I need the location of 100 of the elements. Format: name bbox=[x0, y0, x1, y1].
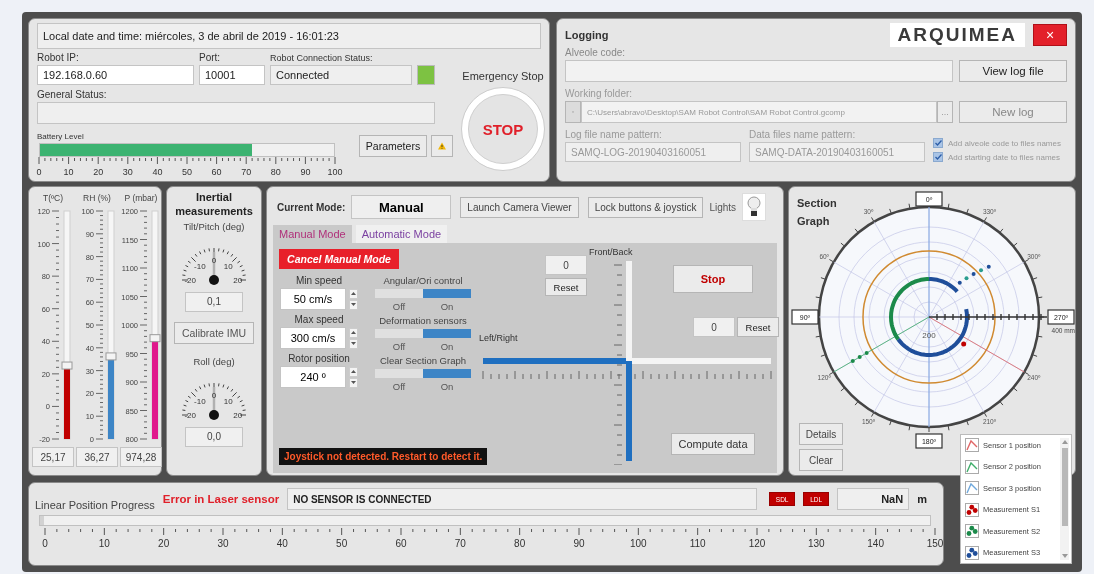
distance-field: NaN bbox=[837, 488, 910, 510]
stop-button[interactable]: Stop bbox=[673, 265, 753, 293]
working-folder-field: C:\Users\abravo\Desktop\SAM Robot Control\SAM Robot Control.gcomp bbox=[581, 101, 937, 123]
toolbar-button[interactable]: Lock buttons & joystick bbox=[587, 196, 704, 218]
gauge-thumb[interactable] bbox=[149, 334, 161, 343]
toggle-option: On bbox=[423, 301, 471, 312]
scale-label: 70 bbox=[454, 538, 466, 549]
dial-label: -20 bbox=[184, 410, 196, 420]
slider-label: Front/Back bbox=[589, 247, 633, 257]
down-triangle-icon bbox=[351, 342, 356, 345]
status-field: Connected bbox=[270, 65, 412, 85]
spinner-field[interactable]: 240 º bbox=[280, 366, 346, 388]
spin-down-button[interactable] bbox=[349, 338, 358, 349]
spinner-field[interactable]: 50 cm/s bbox=[280, 288, 346, 310]
front-back-slider[interactable] bbox=[626, 261, 632, 461]
scale-label: 150 bbox=[926, 538, 944, 549]
reset-button[interactable]: Reset bbox=[737, 317, 779, 337]
alveole-code-field[interactable] bbox=[565, 60, 953, 82]
toggle-switch[interactable] bbox=[375, 329, 471, 338]
scale-label: 80 bbox=[270, 167, 281, 177]
scrollbar[interactable] bbox=[1060, 438, 1069, 560]
scale-label: 0 bbox=[36, 167, 42, 177]
toolbar-button[interactable]: Launch Camera Viewer bbox=[460, 196, 579, 218]
dial-title: Tilt/Pitch (deg) bbox=[183, 220, 245, 232]
spin-up-button[interactable] bbox=[349, 288, 358, 299]
up-triangle-icon bbox=[351, 292, 356, 295]
scale-label: 90 bbox=[573, 538, 585, 549]
port-field[interactable]: 10001 bbox=[199, 65, 265, 85]
calibrate-button[interactable]: Calibrate IMU bbox=[174, 321, 254, 344]
left-right-slider[interactable] bbox=[483, 358, 771, 364]
scale-label: 120 bbox=[748, 538, 766, 549]
sensor-label: T(ºC) bbox=[42, 193, 64, 203]
field-label: General Status: bbox=[37, 89, 108, 100]
sensor-value: 974,28 bbox=[120, 447, 162, 467]
points-series-icon bbox=[965, 524, 979, 539]
details-button[interactable]: Details bbox=[799, 423, 843, 445]
scale-label: 110 bbox=[689, 538, 706, 549]
spin-up-button[interactable] bbox=[349, 366, 358, 377]
battery-label: Battery Level bbox=[37, 132, 85, 141]
stop-button[interactable]: STOP bbox=[468, 94, 538, 164]
scale-label: 20 bbox=[93, 167, 104, 177]
spin-down-button[interactable] bbox=[349, 299, 358, 310]
spin-up-button[interactable] bbox=[349, 327, 358, 338]
checkbox-label: Add starting date to files names bbox=[948, 152, 1061, 162]
toggle-switch[interactable] bbox=[375, 369, 471, 378]
scale-label: 80 bbox=[514, 538, 526, 549]
radius-label: 200 bbox=[922, 331, 936, 340]
mode-label: Current Mode: bbox=[277, 201, 346, 213]
data-pattern-field: SAMQ-DATA-20190403160051 bbox=[749, 142, 925, 162]
reset-button[interactable]: Reset bbox=[545, 278, 587, 296]
spinner-label: Rotor position bbox=[288, 353, 350, 364]
scale-label: 90 bbox=[300, 167, 311, 177]
checkbox[interactable] bbox=[933, 138, 943, 148]
dial-label: 20 bbox=[233, 275, 243, 285]
field-label: Working folder: bbox=[565, 88, 634, 99]
spinner-label: Max speed bbox=[294, 314, 344, 325]
error-text: Error in Laser sensor bbox=[162, 493, 280, 505]
toggle-option: On bbox=[423, 341, 471, 352]
dial-title: Roll (deg) bbox=[193, 355, 235, 367]
field-label: Alveole code: bbox=[565, 47, 627, 58]
clear-button[interactable]: Clear bbox=[799, 449, 843, 471]
dial-value: 0,1 bbox=[185, 291, 243, 312]
close-button[interactable]: × bbox=[1033, 24, 1067, 46]
toggle-switch[interactable] bbox=[375, 289, 471, 298]
tab[interactable]: Automatic Mode bbox=[355, 225, 448, 243]
checkbox[interactable] bbox=[933, 152, 943, 162]
dial-drawing bbox=[181, 382, 247, 420]
gauge-thumb[interactable] bbox=[105, 352, 117, 361]
scale-label: 60 bbox=[211, 167, 222, 177]
spinner-field[interactable]: 300 cm/s bbox=[280, 327, 346, 349]
scale-label: 70 bbox=[241, 167, 252, 177]
sensor-value: 25,17 bbox=[32, 447, 74, 467]
toggle-label: Clear Section Graph bbox=[379, 355, 467, 366]
scale-label: 50 bbox=[336, 538, 348, 549]
parameters-button[interactable]: Parameters bbox=[359, 135, 427, 157]
down-triangle-icon bbox=[351, 303, 356, 306]
compute-button[interactable]: Compute data bbox=[671, 433, 755, 455]
points-series-icon bbox=[965, 545, 979, 560]
scroll-up-icon[interactable] bbox=[1061, 440, 1068, 444]
field-label: Robot IP: bbox=[37, 52, 80, 63]
dial-value: 0,0 bbox=[185, 426, 243, 447]
scale-label: 130 bbox=[808, 538, 825, 549]
unit-label: m bbox=[917, 493, 927, 505]
scale-label: 100 bbox=[630, 538, 647, 549]
toggle-option: Off bbox=[375, 301, 423, 312]
ip-field[interactable]: 192.168.0.60 bbox=[37, 65, 194, 85]
panel-title: Section Graph bbox=[797, 197, 837, 227]
checkbox-label: Add alveole code to files names bbox=[948, 138, 1061, 148]
panel-title: Inertial measurements bbox=[174, 191, 254, 219]
panel-title: Logging bbox=[565, 29, 610, 41]
tab[interactable]: Manual Mode bbox=[273, 225, 352, 243]
scroll-down-icon[interactable] bbox=[1061, 554, 1068, 558]
warning-icon bbox=[438, 140, 446, 152]
lights-button[interactable] bbox=[742, 193, 767, 221]
dial-label: -10 bbox=[194, 261, 206, 271]
lights-label: Lights bbox=[709, 201, 737, 213]
view-log-button[interactable]: View log file bbox=[959, 60, 1067, 82]
gauge-thumb[interactable] bbox=[61, 361, 73, 370]
spin-down-button[interactable] bbox=[349, 377, 358, 388]
cancel-mode-button[interactable]: Cancel Manual Mode bbox=[279, 249, 399, 269]
